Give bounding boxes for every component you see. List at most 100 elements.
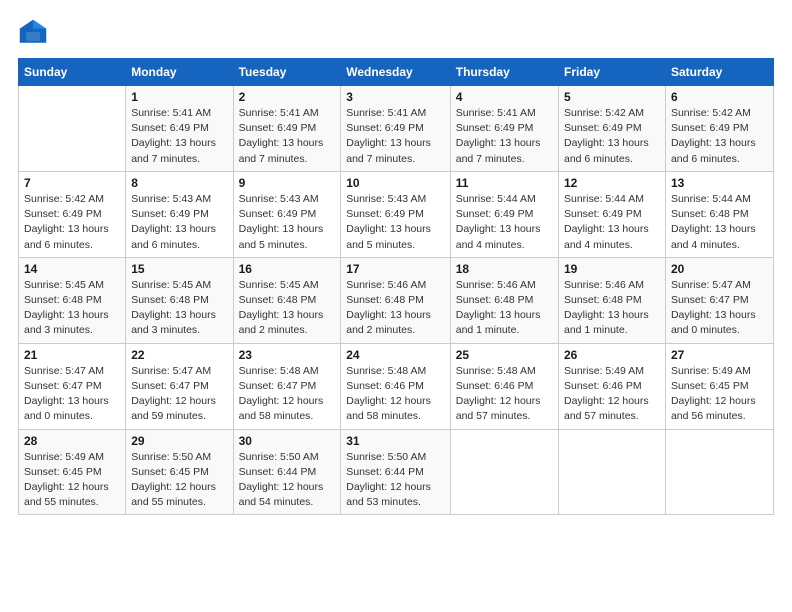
day-header-saturday: Saturday: [665, 59, 773, 86]
day-number: 3: [346, 90, 444, 104]
calendar-cell: 24 Sunrise: 5:48 AM Sunset: 6:46 PM Dayli…: [341, 343, 450, 429]
day-info: Sunrise: 5:48 AM Sunset: 6:47 PM Dayligh…: [239, 364, 336, 425]
day-info: Sunrise: 5:46 AM Sunset: 6:48 PM Dayligh…: [346, 278, 444, 339]
day-info: Sunrise: 5:50 AM Sunset: 6:44 PM Dayligh…: [239, 450, 336, 511]
calendar-cell: 5 Sunrise: 5:42 AM Sunset: 6:49 PM Daylig…: [558, 86, 665, 172]
calendar-cell: 4 Sunrise: 5:41 AM Sunset: 6:49 PM Daylig…: [450, 86, 558, 172]
calendar-cell: [665, 429, 773, 515]
calendar-cell: 7Sunrise: 5:42 AM Sunset: 6:49 PM Daylig…: [19, 171, 126, 257]
day-info: Sunrise: 5:44 AM Sunset: 6:48 PM Dayligh…: [671, 192, 768, 253]
day-info: Sunrise: 5:41 AM Sunset: 6:49 PM Dayligh…: [239, 106, 336, 167]
week-row-4: 21 Sunrise: 5:47 AM Sunset: 6:47 PM Dayli…: [19, 343, 774, 429]
calendar-cell: 17 Sunrise: 5:46 AM Sunset: 6:48 PM Dayli…: [341, 257, 450, 343]
day-info: Sunrise: 5:48 AM Sunset: 6:46 PM Dayligh…: [456, 364, 553, 425]
calendar-cell: 29 Sunrise: 5:50 AM Sunset: 6:45 PM Dayli…: [126, 429, 233, 515]
day-number: 8: [131, 176, 227, 190]
day-number: 2: [239, 90, 336, 104]
header: [18, 18, 774, 48]
day-number: 11: [456, 176, 553, 190]
day-number: 29: [131, 434, 227, 448]
day-info: Sunrise: 5:50 AM Sunset: 6:44 PM Dayligh…: [346, 450, 444, 511]
day-info: Sunrise: 5:49 AM Sunset: 6:45 PM Dayligh…: [24, 450, 120, 511]
day-number: 20: [671, 262, 768, 276]
day-info: Sunrise: 5:43 AM Sunset: 6:49 PM Dayligh…: [131, 192, 227, 253]
calendar-cell: 12 Sunrise: 5:44 AM Sunset: 6:49 PM Dayli…: [558, 171, 665, 257]
calendar-cell: 10Sunrise: 5:43 AM Sunset: 6:49 PM Dayli…: [341, 171, 450, 257]
logo-icon: [18, 18, 48, 48]
calendar-table: SundayMondayTuesdayWednesdayThursdayFrid…: [18, 58, 774, 515]
day-info: Sunrise: 5:50 AM Sunset: 6:45 PM Dayligh…: [131, 450, 227, 511]
calendar-cell: 21Sunrise: 5:47 AM Sunset: 6:47 PM Dayli…: [19, 343, 126, 429]
day-info: Sunrise: 5:49 AM Sunset: 6:45 PM Dayligh…: [671, 364, 768, 425]
calendar-cell: 2 Sunrise: 5:41 AM Sunset: 6:49 PM Daylig…: [233, 86, 341, 172]
day-info: Sunrise: 5:46 AM Sunset: 6:48 PM Dayligh…: [456, 278, 553, 339]
day-info: Sunrise: 5:46 AM Sunset: 6:48 PM Dayligh…: [564, 278, 660, 339]
day-number: 15: [131, 262, 227, 276]
day-info: Sunrise: 5:45 AM Sunset: 6:48 PM Dayligh…: [24, 278, 120, 339]
calendar-cell: 28 Sunrise: 5:49 AM Sunset: 6:45 PM Dayli…: [19, 429, 126, 515]
logo: [18, 18, 52, 48]
day-number: 4: [456, 90, 553, 104]
calendar-cell: 20Sunrise: 5:47 AM Sunset: 6:47 PM Dayli…: [665, 257, 773, 343]
week-row-5: 28 Sunrise: 5:49 AM Sunset: 6:45 PM Dayli…: [19, 429, 774, 515]
day-number: 14: [24, 262, 120, 276]
day-info: Sunrise: 5:41 AM Sunset: 6:49 PM Dayligh…: [131, 106, 227, 167]
week-row-2: 7Sunrise: 5:42 AM Sunset: 6:49 PM Daylig…: [19, 171, 774, 257]
week-row-1: 1 Sunrise: 5:41 AM Sunset: 6:49 PM Daylig…: [19, 86, 774, 172]
calendar-cell: 15Sunrise: 5:45 AM Sunset: 6:48 PM Dayli…: [126, 257, 233, 343]
calendar-cell: 31Sunrise: 5:50 AM Sunset: 6:44 PM Dayli…: [341, 429, 450, 515]
calendar-cell: 3 Sunrise: 5:41 AM Sunset: 6:49 PM Daylig…: [341, 86, 450, 172]
day-number: 18: [456, 262, 553, 276]
calendar-cell: 19 Sunrise: 5:46 AM Sunset: 6:48 PM Dayli…: [558, 257, 665, 343]
calendar-cell: [558, 429, 665, 515]
day-number: 17: [346, 262, 444, 276]
day-info: Sunrise: 5:43 AM Sunset: 6:49 PM Dayligh…: [239, 192, 336, 253]
day-number: 5: [564, 90, 660, 104]
calendar-cell: [450, 429, 558, 515]
day-header-wednesday: Wednesday: [341, 59, 450, 86]
day-header-monday: Monday: [126, 59, 233, 86]
day-number: 28: [24, 434, 120, 448]
day-number: 9: [239, 176, 336, 190]
day-info: Sunrise: 5:42 AM Sunset: 6:49 PM Dayligh…: [564, 106, 660, 167]
day-number: 27: [671, 348, 768, 362]
day-info: Sunrise: 5:44 AM Sunset: 6:49 PM Dayligh…: [564, 192, 660, 253]
day-info: Sunrise: 5:41 AM Sunset: 6:49 PM Dayligh…: [346, 106, 444, 167]
day-info: Sunrise: 5:45 AM Sunset: 6:48 PM Dayligh…: [239, 278, 336, 339]
calendar-cell: 23 Sunrise: 5:48 AM Sunset: 6:47 PM Dayli…: [233, 343, 341, 429]
day-number: 21: [24, 348, 120, 362]
day-number: 24: [346, 348, 444, 362]
day-number: 16: [239, 262, 336, 276]
calendar-cell: 9 Sunrise: 5:43 AM Sunset: 6:49 PM Daylig…: [233, 171, 341, 257]
calendar-cell: 14 Sunrise: 5:45 AM Sunset: 6:48 PM Dayli…: [19, 257, 126, 343]
calendar-cell: 22Sunrise: 5:47 AM Sunset: 6:47 PM Dayli…: [126, 343, 233, 429]
day-header-thursday: Thursday: [450, 59, 558, 86]
day-number: 25: [456, 348, 553, 362]
calendar-cell: 27 Sunrise: 5:49 AM Sunset: 6:45 PM Dayli…: [665, 343, 773, 429]
day-info: Sunrise: 5:48 AM Sunset: 6:46 PM Dayligh…: [346, 364, 444, 425]
day-number: 6: [671, 90, 768, 104]
day-number: 13: [671, 176, 768, 190]
calendar-cell: 13 Sunrise: 5:44 AM Sunset: 6:48 PM Dayli…: [665, 171, 773, 257]
day-number: 30: [239, 434, 336, 448]
day-number: 19: [564, 262, 660, 276]
calendar-cell: 26Sunrise: 5:49 AM Sunset: 6:46 PM Dayli…: [558, 343, 665, 429]
calendar-cell: 1 Sunrise: 5:41 AM Sunset: 6:49 PM Daylig…: [126, 86, 233, 172]
day-header-friday: Friday: [558, 59, 665, 86]
day-number: 26: [564, 348, 660, 362]
day-header-tuesday: Tuesday: [233, 59, 341, 86]
calendar-cell: 16 Sunrise: 5:45 AM Sunset: 6:48 PM Dayli…: [233, 257, 341, 343]
day-info: Sunrise: 5:43 AM Sunset: 6:49 PM Dayligh…: [346, 192, 444, 253]
calendar-cell: 8 Sunrise: 5:43 AM Sunset: 6:49 PM Daylig…: [126, 171, 233, 257]
day-info: Sunrise: 5:47 AM Sunset: 6:47 PM Dayligh…: [131, 364, 227, 425]
day-info: Sunrise: 5:41 AM Sunset: 6:49 PM Dayligh…: [456, 106, 553, 167]
day-info: Sunrise: 5:42 AM Sunset: 6:49 PM Dayligh…: [24, 192, 120, 253]
day-number: 23: [239, 348, 336, 362]
header-row: SundayMondayTuesdayWednesdayThursdayFrid…: [19, 59, 774, 86]
day-info: Sunrise: 5:44 AM Sunset: 6:49 PM Dayligh…: [456, 192, 553, 253]
day-number: 1: [131, 90, 227, 104]
calendar-cell: 18 Sunrise: 5:46 AM Sunset: 6:48 PM Dayli…: [450, 257, 558, 343]
day-number: 12: [564, 176, 660, 190]
day-info: Sunrise: 5:42 AM Sunset: 6:49 PM Dayligh…: [671, 106, 768, 167]
calendar-cell: [19, 86, 126, 172]
